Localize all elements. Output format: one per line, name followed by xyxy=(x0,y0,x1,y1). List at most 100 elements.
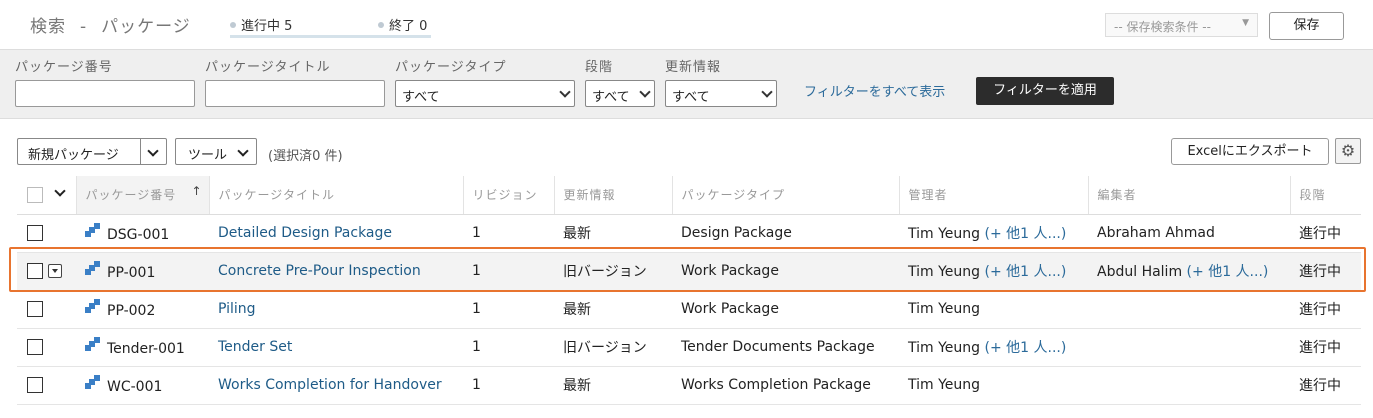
revision-cell: 1 xyxy=(463,290,554,329)
divider xyxy=(140,139,141,164)
package-number: WC-001 xyxy=(107,379,163,395)
saved-search-value: -- 保存検索条件 -- xyxy=(1114,20,1211,34)
package-type-cell: Work Package xyxy=(672,290,899,329)
package-type-cell: Tender Documents Package xyxy=(672,328,899,367)
column-label: 管理者 xyxy=(908,188,948,203)
package-icon xyxy=(85,375,101,389)
chevron-down-icon xyxy=(237,144,249,159)
row-select-cell xyxy=(17,328,76,367)
table-row[interactable]: WC-001 Works Completion for Handover 1 最新 Wo… xyxy=(17,366,1361,405)
editor-cell xyxy=(1088,328,1290,367)
update-value: すべて xyxy=(672,90,710,105)
table-row[interactable]: PP-001 Concrete Pre-Pour Inspection 1 旧バージョ… xyxy=(17,252,1361,291)
package-type-cell: Works Completion Package xyxy=(672,366,899,405)
package-number-cell: PP-002 xyxy=(76,290,209,329)
package-title-link[interactable]: Concrete Pre-Pour Inspection xyxy=(218,263,421,279)
status-tabs: 進行中 5 終了 0 xyxy=(230,14,431,38)
column-revision[interactable]: リビジョン xyxy=(462,176,554,215)
row-checkbox[interactable] xyxy=(27,377,43,393)
select-all-header xyxy=(17,176,76,215)
tab-closed-label: 終了 0 xyxy=(389,19,428,34)
revision-cell: 1 xyxy=(463,214,554,253)
package-title-link[interactable]: Works Completion for Handover xyxy=(218,377,442,393)
table-row[interactable]: Tender-001 Tender Set 1 旧バージョン Tender Docume… xyxy=(17,328,1361,367)
package-title-cell: Detailed Design Package xyxy=(209,214,463,253)
row-checkbox[interactable] xyxy=(27,301,43,317)
filter-label-update: 更新情報 xyxy=(665,60,722,75)
column-package-type[interactable]: パッケージタイプ xyxy=(671,176,899,215)
editor-name: Abraham Ahmad xyxy=(1097,225,1215,241)
page-header: 検索 - パッケージ 進行中 5 終了 0 -- 保存検索条件 -- ▼ 保存 xyxy=(0,0,1373,46)
manager-more-link[interactable]: (+ 他1 人...) xyxy=(985,226,1067,242)
manager-cell: Tim Yeung (+ 他1 人...) xyxy=(899,252,1088,291)
package-title-link[interactable]: Tender Set xyxy=(218,339,292,355)
column-package-title[interactable]: パッケージタイトル xyxy=(208,176,463,215)
select-all-checkbox[interactable] xyxy=(27,186,43,203)
table-row[interactable]: DSG-001 Detailed Design Package 1 最新 Design … xyxy=(17,214,1361,253)
package-number: PP-002 xyxy=(107,303,156,319)
show-all-filters-link[interactable]: フィルターをすべて表示 xyxy=(804,81,945,100)
update-cell: 旧バージョン xyxy=(554,252,672,291)
package-title-cell: Piling xyxy=(209,290,463,329)
editor-more-link[interactable]: (+ 他1 人...) xyxy=(1187,264,1269,280)
package-type-select[interactable]: すべて xyxy=(395,80,575,107)
package-title-input[interactable] xyxy=(205,80,385,107)
column-update[interactable]: 更新情報 xyxy=(553,176,672,215)
row-select-cell xyxy=(17,214,76,253)
update-select[interactable]: すべて xyxy=(665,80,777,107)
editor-name: Abdul Halim xyxy=(1097,264,1183,280)
package-title-link[interactable]: Detailed Design Package xyxy=(218,225,392,241)
row-select-cell xyxy=(17,366,76,405)
manager-name: Tim Yeung xyxy=(908,340,981,356)
breadcrumb-current: パッケージ xyxy=(101,17,191,37)
column-label: パッケージ番号 xyxy=(85,188,177,203)
package-title-cell: Works Completion for Handover xyxy=(209,366,463,405)
row-select-cell xyxy=(17,252,76,291)
new-package-button[interactable]: 新規パッケージ xyxy=(28,144,119,163)
column-package-number[interactable]: パッケージ番号 ↑ xyxy=(75,176,209,215)
manager-more-link[interactable]: (+ 他1 人...) xyxy=(985,264,1067,280)
save-button[interactable]: 保存 xyxy=(1269,12,1344,40)
row-select-cell xyxy=(17,290,76,329)
saved-search-select[interactable]: -- 保存検索条件 -- ▼ xyxy=(1105,13,1258,37)
package-title-link[interactable]: Piling xyxy=(218,301,256,317)
new-package-dropdown[interactable] xyxy=(147,144,159,159)
row-checkbox[interactable] xyxy=(27,263,43,279)
editor-cell xyxy=(1088,290,1290,329)
export-excel-button[interactable]: Excelにエクスポート xyxy=(1171,138,1329,165)
update-cell: 旧バージョン xyxy=(554,328,672,367)
tools-label: ツール xyxy=(188,148,228,163)
stage-cell: 進行中 xyxy=(1290,366,1361,405)
filter-label-package-number: パッケージ番号 xyxy=(15,60,113,75)
apply-filter-button[interactable]: フィルターを適用 xyxy=(976,77,1114,105)
gear-icon[interactable]: ⚙ xyxy=(1335,138,1361,164)
package-number: PP-001 xyxy=(107,265,156,281)
column-label: リビジョン xyxy=(472,188,538,203)
breadcrumb: 検索 - パッケージ xyxy=(30,12,191,37)
stage-cell: 進行中 xyxy=(1290,290,1361,329)
filter-label-package-type: パッケージタイプ xyxy=(395,60,507,75)
column-manager[interactable]: 管理者 xyxy=(898,176,1088,215)
tab-closed[interactable]: 終了 0 xyxy=(378,15,427,34)
caret-down-icon: ▼ xyxy=(1242,18,1249,28)
stage-select[interactable]: すべて xyxy=(585,80,655,107)
row-checkbox[interactable] xyxy=(27,225,43,241)
breadcrumb-search[interactable]: 検索 xyxy=(30,17,66,37)
column-editor[interactable]: 編集者 xyxy=(1087,176,1290,215)
manager-more-link[interactable]: (+ 他1 人...) xyxy=(985,340,1067,356)
package-title-cell: Concrete Pre-Pour Inspection xyxy=(209,252,463,291)
row-checkbox[interactable] xyxy=(27,339,43,355)
row-menu-icon[interactable] xyxy=(48,264,62,278)
table-row[interactable]: PP-002 Piling 1 最新 Work Package Tim Yeung 進行中 xyxy=(17,290,1361,329)
package-icon xyxy=(85,299,101,313)
manager-name: Tim Yeung xyxy=(908,377,981,393)
tab-in-progress[interactable]: 進行中 5 xyxy=(230,15,292,34)
package-number-input[interactable] xyxy=(15,80,195,107)
new-package-button-group: 新規パッケージ xyxy=(17,138,167,165)
stage-cell: 進行中 xyxy=(1290,252,1361,291)
column-stage[interactable]: 段階 xyxy=(1289,176,1361,215)
tools-dropdown-button[interactable]: ツール xyxy=(175,138,257,165)
update-cell: 最新 xyxy=(554,214,672,253)
status-dot-icon xyxy=(378,22,384,28)
chevron-down-icon[interactable] xyxy=(54,185,66,197)
